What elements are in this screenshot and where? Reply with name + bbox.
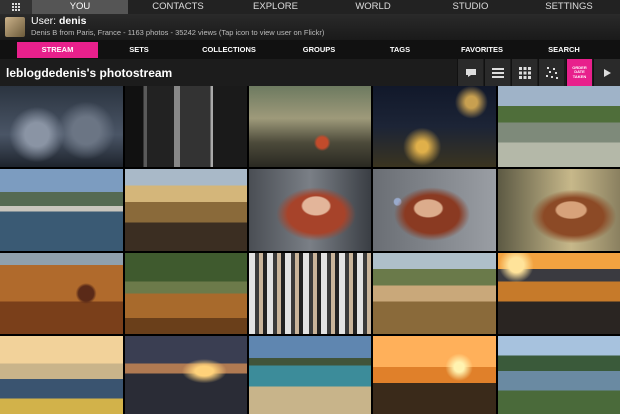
grid-view-icon bbox=[518, 66, 531, 79]
subtab-search[interactable]: SEARCH bbox=[528, 42, 600, 58]
photo-seine-boat[interactable] bbox=[0, 169, 123, 251]
page-title: leblogdedenis's photostream bbox=[6, 66, 173, 80]
user-prefix: User: bbox=[31, 15, 60, 27]
photo-bubbles-woman[interactable] bbox=[373, 169, 496, 251]
photo-sunset-couple[interactable] bbox=[498, 253, 620, 334]
top-navigation: YOU CONTACTS EXPLORE WORLD STUDIO SETTIN… bbox=[0, 0, 620, 14]
scatter-view-button[interactable] bbox=[538, 59, 564, 86]
photo-grid bbox=[0, 86, 620, 414]
photo-bicycles[interactable] bbox=[0, 86, 123, 167]
photo-lake-coast[interactable] bbox=[498, 336, 620, 414]
sort-order-button[interactable]: ORDER DATE TAKEN bbox=[566, 59, 592, 86]
slideshow-button[interactable] bbox=[593, 59, 620, 86]
photo-harbor-sailboats[interactable] bbox=[0, 336, 123, 414]
tab-studio[interactable]: STUDIO bbox=[423, 0, 518, 14]
photo-crowd[interactable] bbox=[249, 253, 371, 334]
subtab-sets[interactable]: SETS bbox=[108, 42, 170, 58]
photo-pier-sunset[interactable] bbox=[373, 336, 496, 414]
grid-icon bbox=[12, 3, 20, 11]
photo-sunset-sea[interactable] bbox=[125, 336, 247, 414]
subtab-collections[interactable]: COLLECTIONS bbox=[190, 42, 268, 58]
subtab-stream[interactable]: STREAM bbox=[17, 42, 98, 58]
photo-portrait-woman[interactable] bbox=[249, 169, 371, 251]
user-name: denis bbox=[59, 15, 87, 27]
photo-park-walkers[interactable] bbox=[498, 86, 620, 167]
user-subtitle: Denis B from Paris, France - 1163 photos… bbox=[31, 28, 325, 37]
tab-settings[interactable]: SETTINGS bbox=[518, 0, 620, 14]
tab-you[interactable]: YOU bbox=[32, 0, 128, 14]
subtab-tags[interactable]: TAGS bbox=[365, 42, 435, 58]
comment-button[interactable] bbox=[457, 59, 483, 86]
photo-woman-backlit[interactable] bbox=[498, 169, 620, 251]
subtab-groups[interactable]: GROUPS bbox=[283, 42, 355, 58]
list-view-icon bbox=[491, 67, 504, 78]
tab-world[interactable]: WORLD bbox=[323, 0, 423, 14]
photo-autumn-leaves[interactable] bbox=[0, 253, 123, 334]
play-icon bbox=[604, 68, 611, 77]
photo-street-bw[interactable] bbox=[125, 86, 247, 167]
photo-beach-cove[interactable] bbox=[249, 336, 371, 414]
user-title: User: denis bbox=[31, 15, 86, 27]
tab-explore[interactable]: EXPLORE bbox=[228, 0, 323, 14]
home-grid-button[interactable] bbox=[0, 0, 32, 14]
photo-louvre-dusk[interactable] bbox=[125, 169, 247, 251]
photo-wooden-deck[interactable] bbox=[373, 253, 496, 334]
list-view-button[interactable] bbox=[484, 59, 510, 86]
tab-contacts[interactable]: CONTACTS bbox=[128, 0, 228, 14]
scatter-view-icon bbox=[545, 66, 558, 79]
photo-park-bench[interactable] bbox=[125, 253, 247, 334]
avatar[interactable] bbox=[5, 17, 25, 37]
subtab-favorites[interactable]: FAVORITES bbox=[443, 42, 521, 58]
sort-order-label: ORDER DATE TAKEN bbox=[572, 64, 587, 79]
photo-night-street[interactable] bbox=[373, 86, 496, 167]
photo-cafe-street[interactable] bbox=[249, 86, 371, 167]
grid-view-button[interactable] bbox=[511, 59, 537, 86]
comment-icon bbox=[465, 68, 476, 77]
